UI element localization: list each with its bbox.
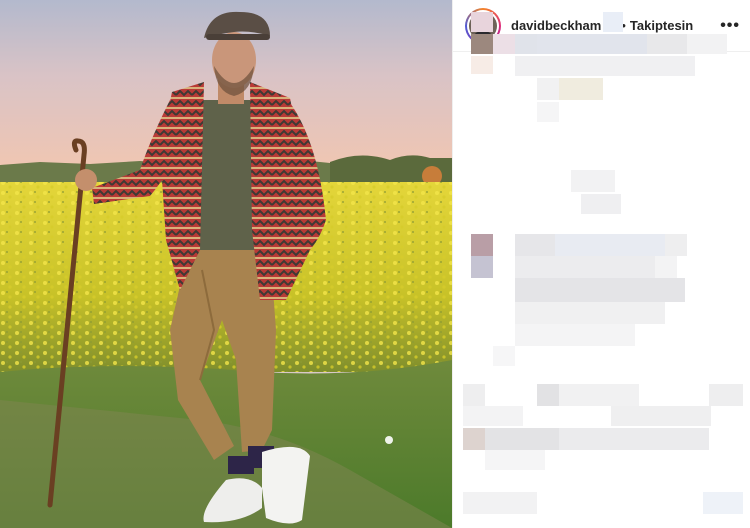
post-sidebar: davidbeckham ✓ • Takiptesin ••• bbox=[452, 0, 750, 528]
blurred-comment-2 bbox=[463, 170, 743, 220]
blurred-comment-1 bbox=[463, 10, 743, 170]
post-photo bbox=[0, 0, 452, 528]
blurred-comment-4 bbox=[463, 382, 743, 492]
blurred-comment-3 bbox=[463, 232, 743, 372]
blurred-comment-5 bbox=[463, 488, 743, 522]
instagram-post-view: davidbeckham ✓ • Takiptesin ••• bbox=[0, 0, 750, 528]
photo-illustration bbox=[0, 0, 452, 528]
